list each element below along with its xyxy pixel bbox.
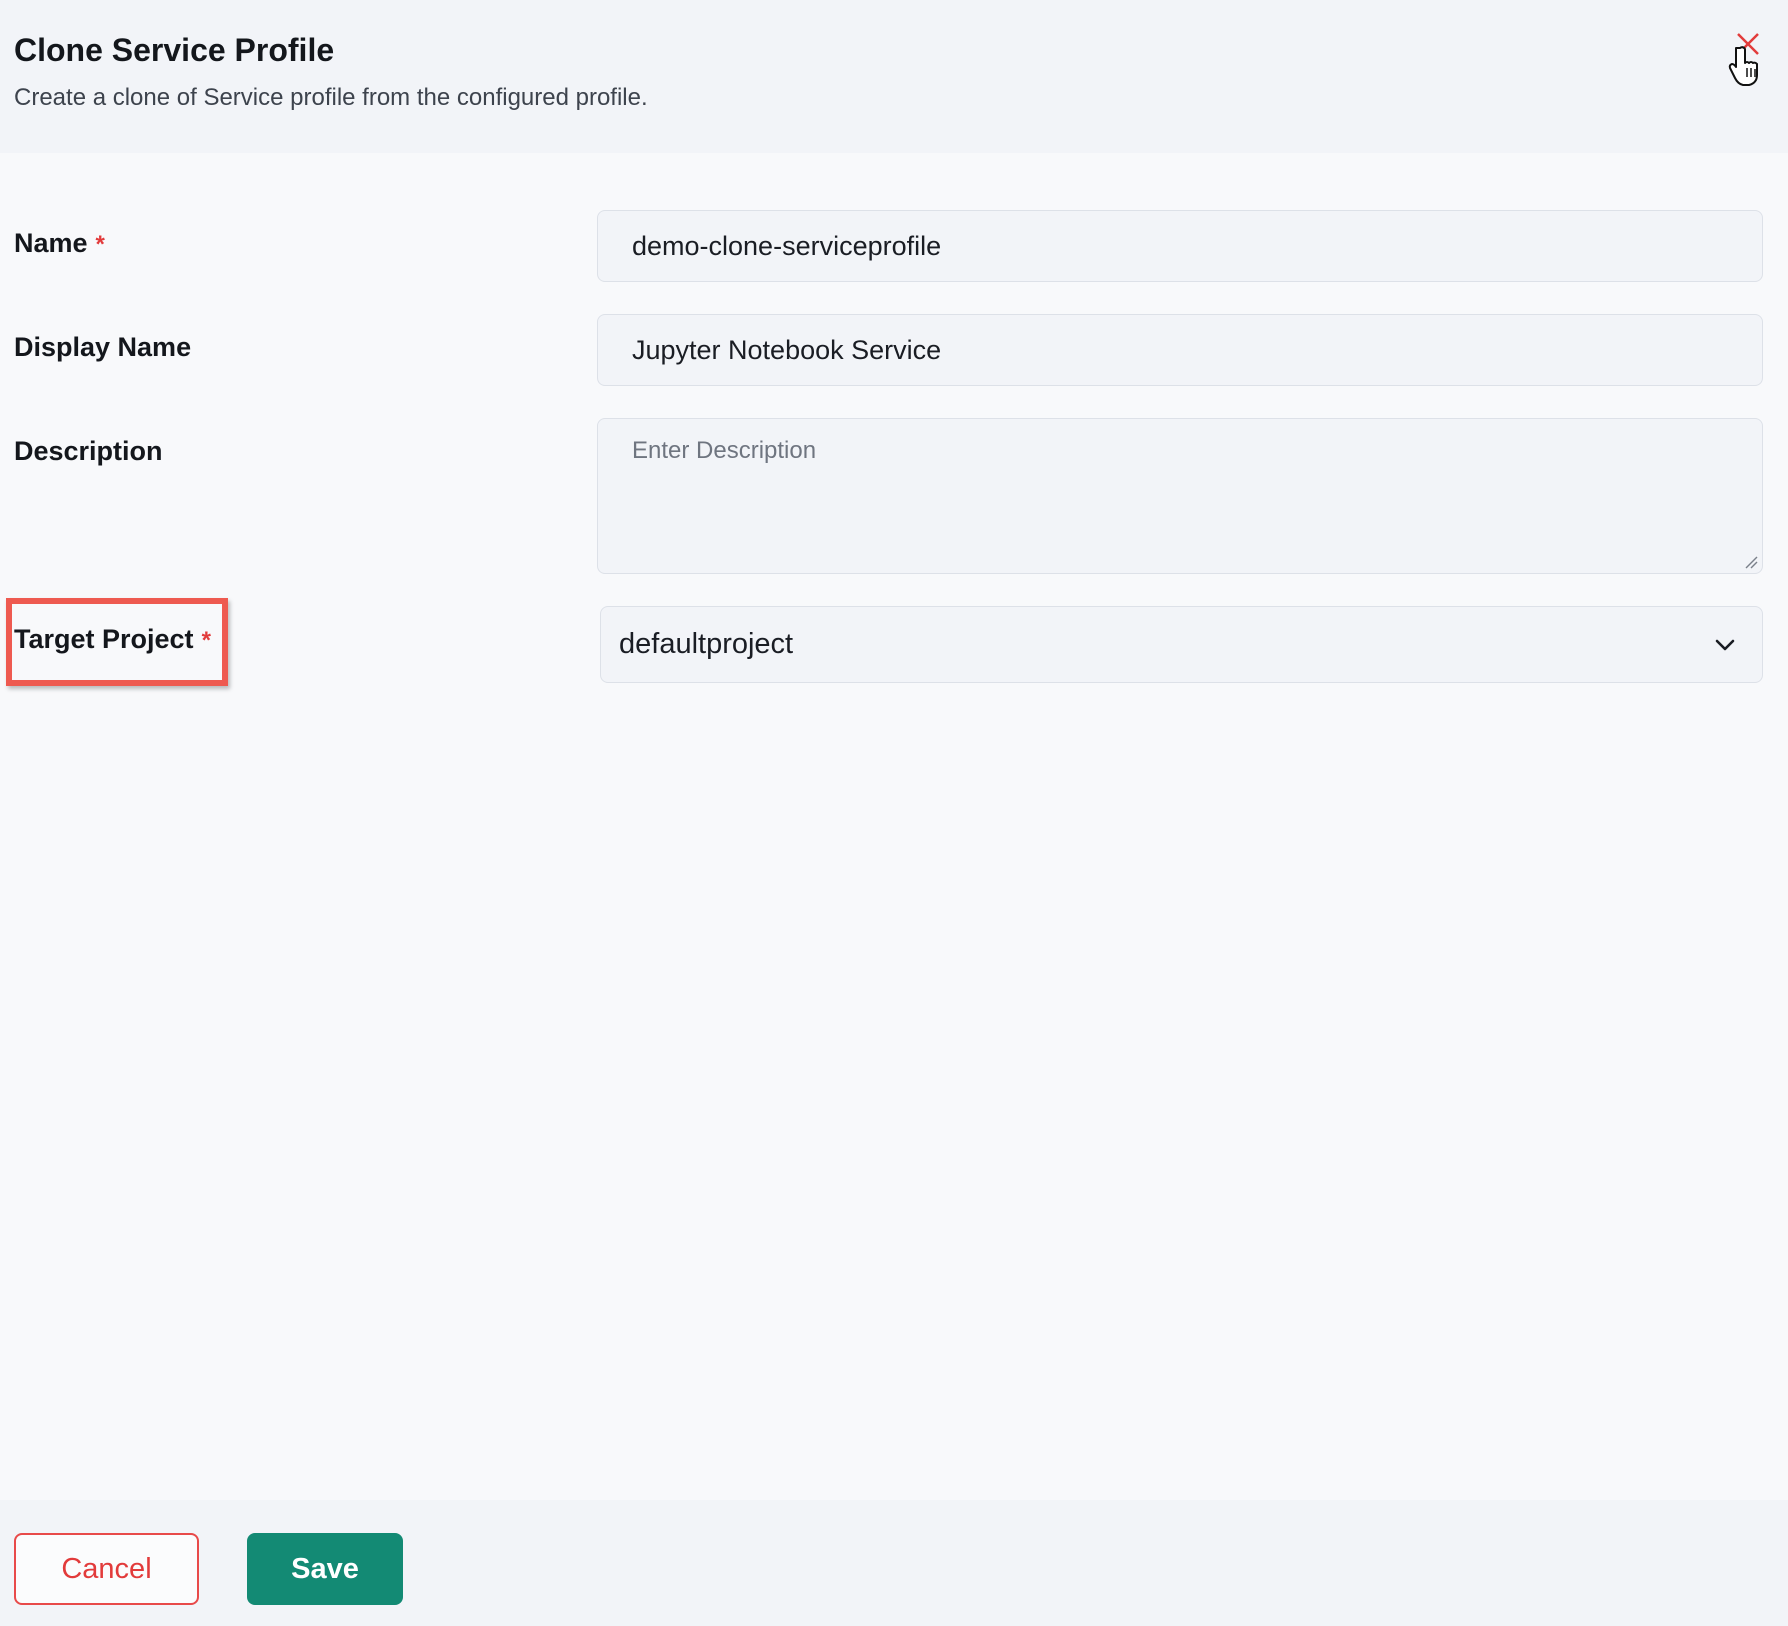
description-label: Description [14,436,163,466]
page-subtitle: Create a clone of Service profile from t… [14,84,648,111]
description-placeholder: Enter Description [632,437,817,464]
hand-pointer-icon [1728,46,1758,86]
display-name-label: Display Name [14,332,192,362]
required-mark: * [201,627,211,654]
required-mark: * [95,231,105,258]
description-textarea[interactable]: Enter Description [597,418,1763,574]
target-project-label: Target Project * [14,624,211,654]
resize-grip-icon[interactable] [1744,555,1758,569]
cancel-button[interactable]: Cancel [14,1533,199,1605]
name-label: Name * [14,228,105,258]
name-input[interactable]: demo-clone-serviceprofile [597,210,1763,282]
target-project-selected: defaultproject [619,628,794,660]
display-name-input[interactable]: Jupyter Notebook Service [597,314,1763,386]
save-button[interactable]: Save [247,1533,403,1605]
page-title: Clone Service Profile [14,32,335,68]
dialog-header: Clone Service Profile Create a clone of … [0,0,1788,153]
chevron-down-icon [1715,639,1735,651]
target-project-select[interactable]: defaultproject [600,606,1763,683]
